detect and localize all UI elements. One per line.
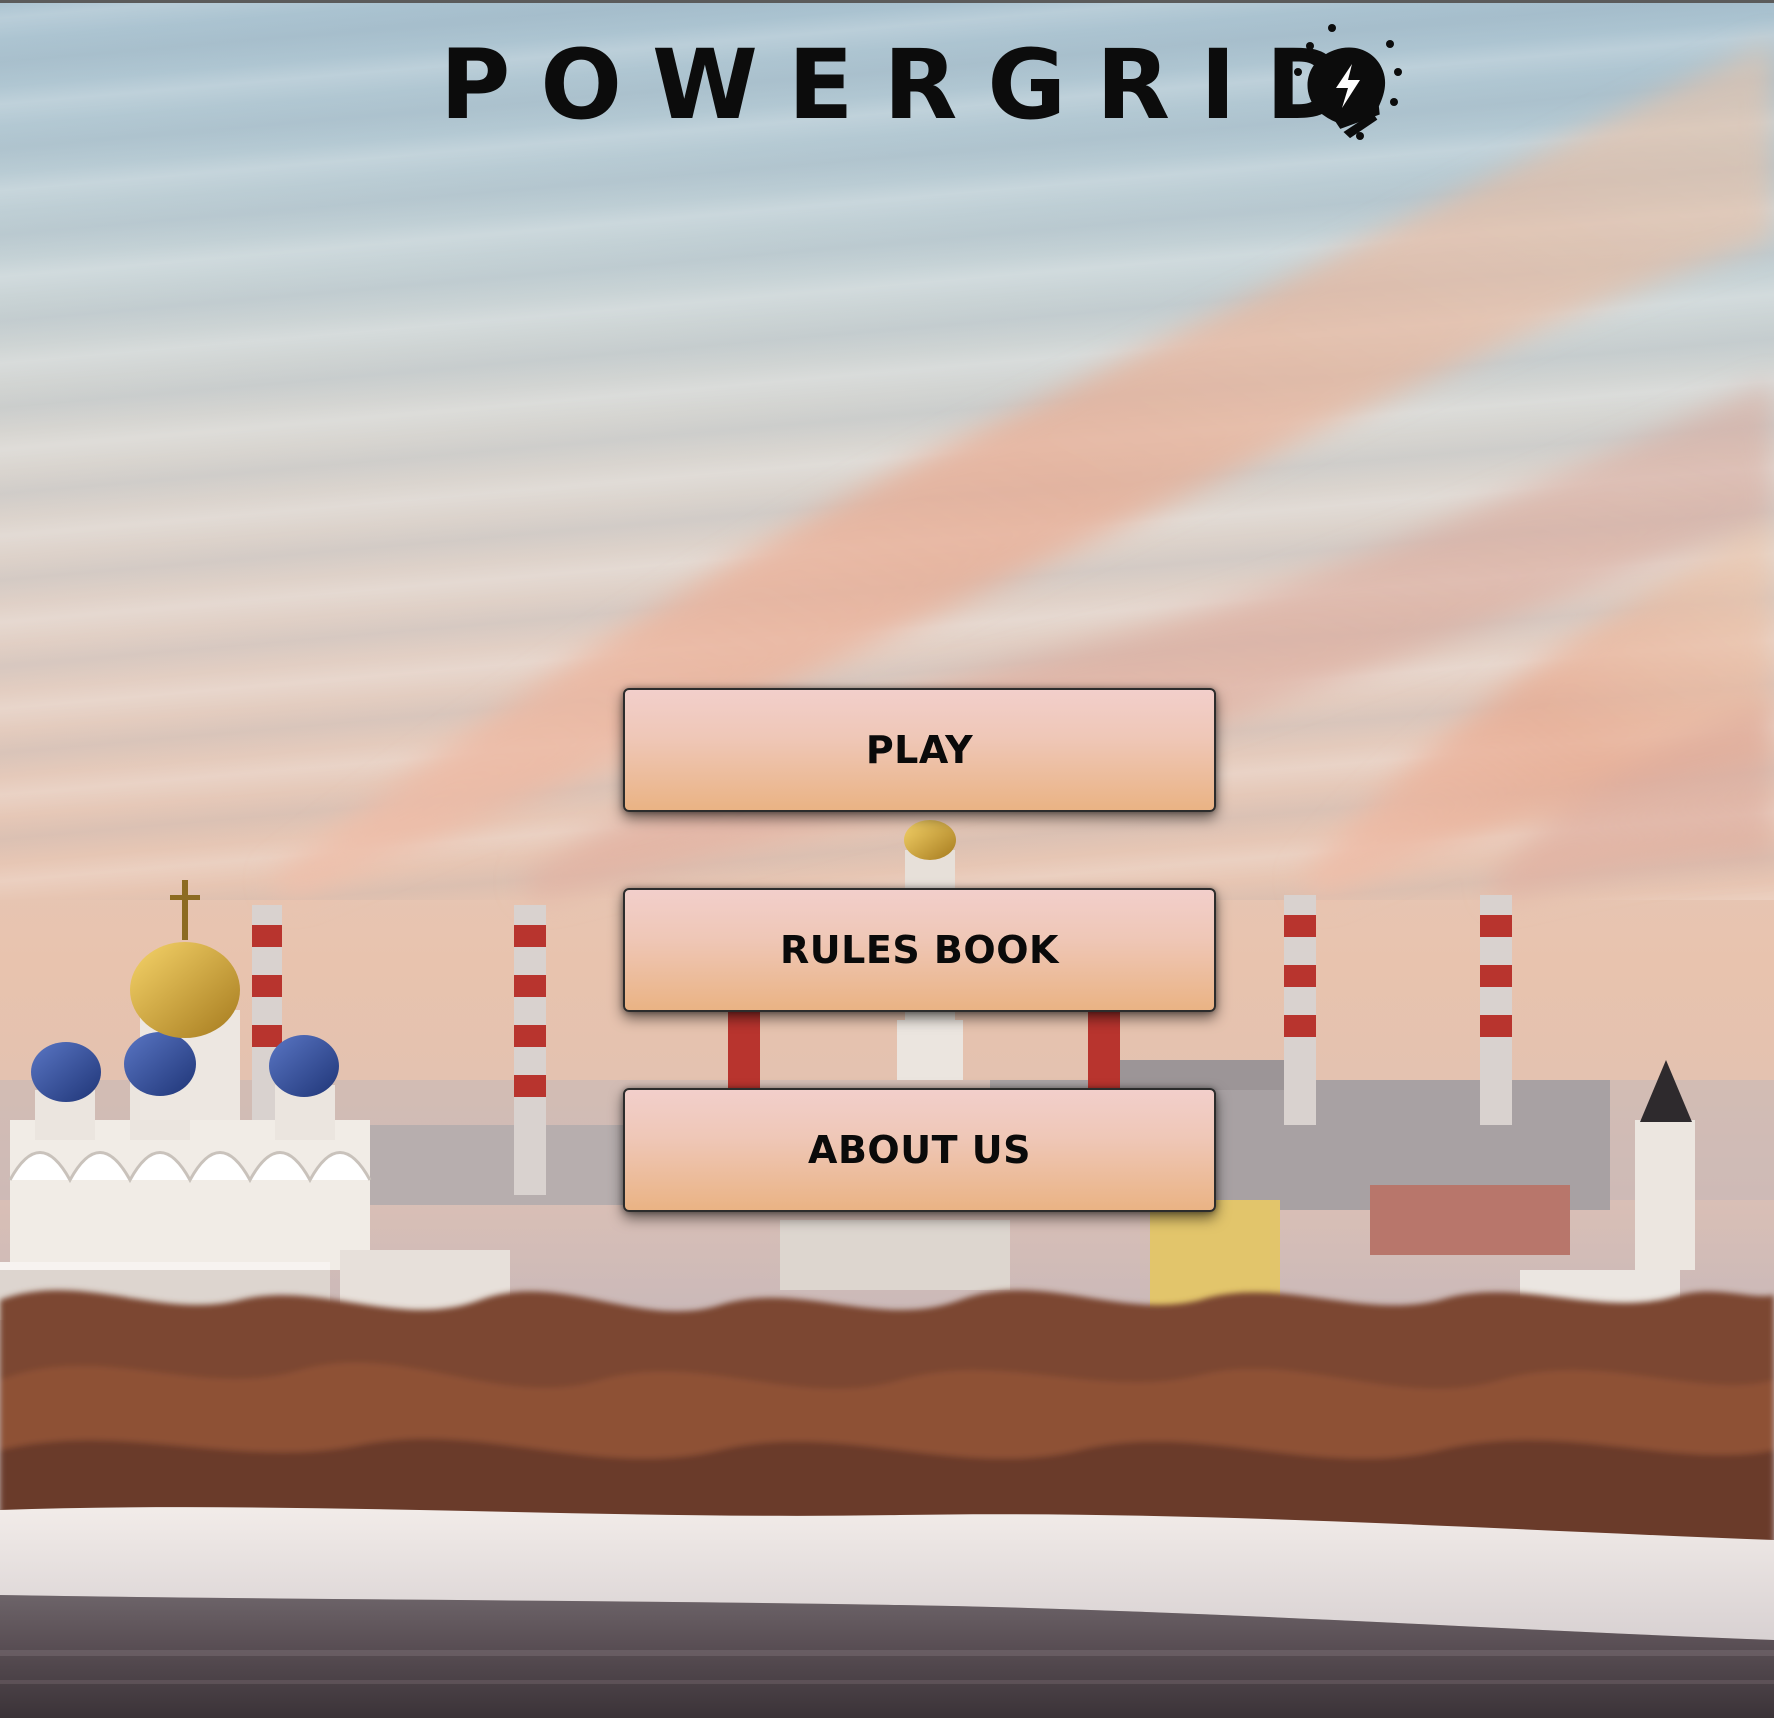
window-top-border: [0, 0, 1774, 3]
play-button-label: PLAY: [865, 728, 974, 772]
cathedral: [0, 880, 372, 1320]
play-button[interactable]: PLAY: [623, 688, 1216, 812]
about-us-button[interactable]: ABOUT US: [623, 1088, 1216, 1212]
game-title: POWERGRID: [440, 29, 1376, 141]
main-menu-screen: POWERGRID PLAY RULES BOOK ABOUT US: [0, 0, 1774, 1718]
background-scene: [0, 40, 1774, 1718]
game-logo: POWERGRID: [440, 24, 1402, 141]
about-us-button-label: ABOUT US: [808, 1128, 1031, 1172]
rules-book-button[interactable]: RULES BOOK: [623, 888, 1216, 1012]
rules-book-button-label: RULES BOOK: [780, 928, 1059, 972]
lightbulb-bolt-icon: [1294, 24, 1402, 140]
